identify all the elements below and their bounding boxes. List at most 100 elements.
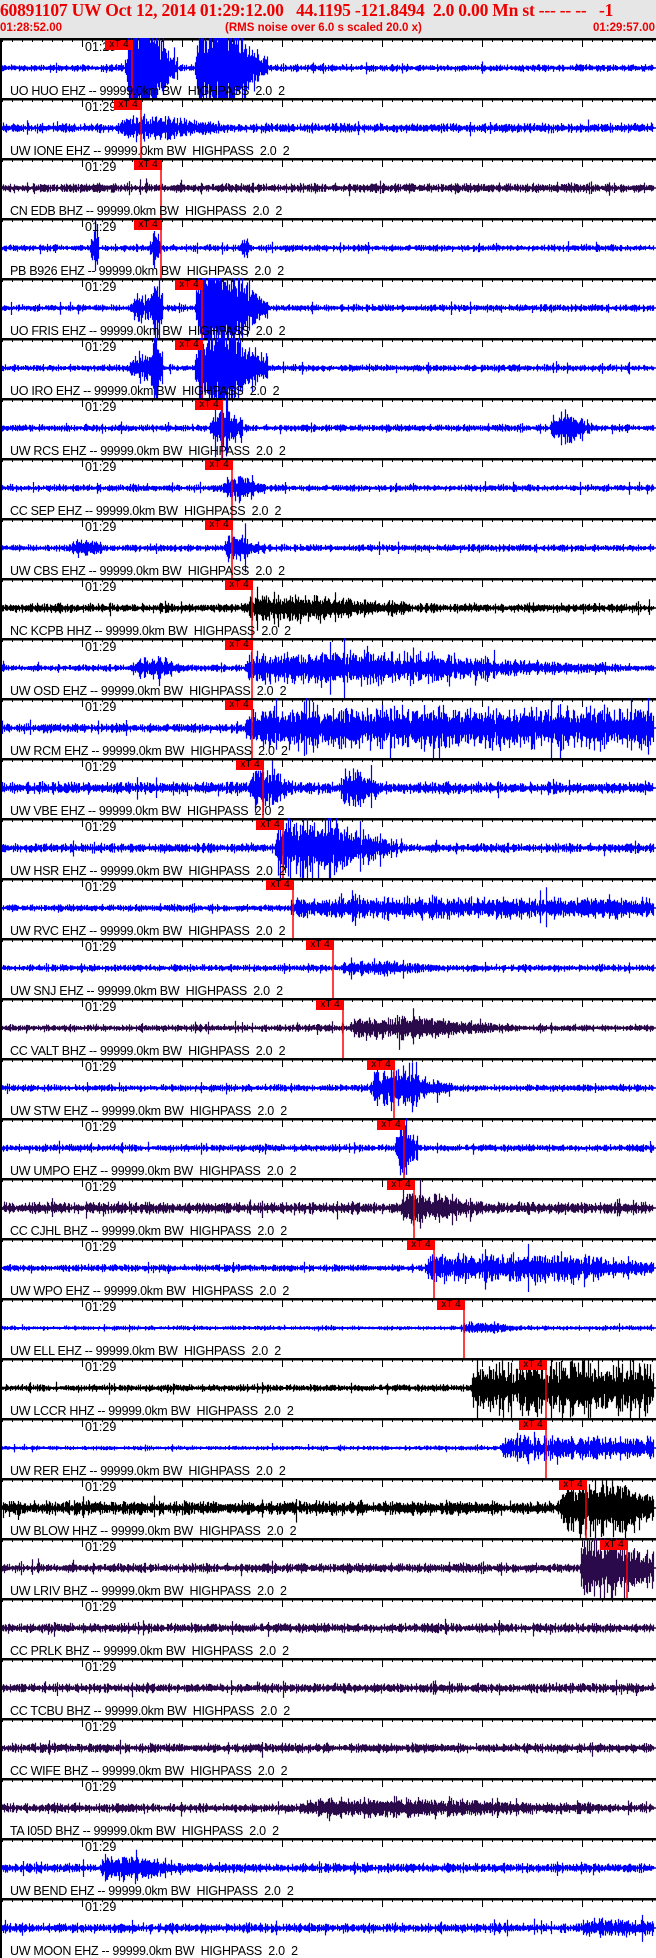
station-label: UW ELL EHZ -- 99999.0km BW HIGHPASS 2.0 … bbox=[10, 1344, 281, 1358]
pick-marker[interactable]: xT 4 bbox=[316, 1000, 344, 1010]
trace-panel[interactable]: 01:29 UW BEND EHZ -- 99999.0km BW HIGHPAS… bbox=[0, 1838, 656, 1898]
station-label: UW RCS EHZ -- 99999.0km BW HIGHPASS 2.0 … bbox=[10, 444, 286, 458]
trace-panel[interactable]: 01:29 xT 4 NC KCPB HHZ -- 99999.0km BW HIG… bbox=[0, 578, 656, 638]
minute-time-label: 01:29 bbox=[85, 1540, 117, 1554]
pick-marker[interactable]: xT 4 bbox=[407, 1240, 435, 1250]
window-end-time: 01:29:57.00 bbox=[592, 22, 655, 34]
trace-panel[interactable]: 01:29 xT 4 UW SNJ EHZ -- 99999.0km BW HIGH… bbox=[0, 938, 656, 998]
station-label: UW IONE EHZ -- 99999.0km BW HIGHPASS 2.0… bbox=[10, 144, 290, 158]
station-label: CC VALT BHZ -- 99999.0km BW HIGHPASS 2.0… bbox=[10, 1044, 286, 1058]
pick-marker[interactable]: xT 4 bbox=[114, 100, 142, 110]
pick-marker[interactable]: xT 4 bbox=[225, 580, 253, 590]
minute-time-label: 01:29 bbox=[85, 520, 117, 534]
trace-panel[interactable]: 01:29 xT 4 UW RCS EHZ -- 99999.0km BW HIGH… bbox=[0, 398, 656, 458]
trace-panel[interactable]: 01:29 xT 4 UO IRO EHZ -- 99999.0km BW HIGH… bbox=[0, 338, 656, 398]
pick-marker[interactable]: xT 4 bbox=[377, 1120, 405, 1130]
pick-marker[interactable]: xT 4 bbox=[225, 640, 253, 650]
pick-marker[interactable]: xT 4 bbox=[367, 1060, 395, 1070]
window-start-time: 01:28:52.00 bbox=[0, 22, 63, 34]
station-label: CN EDB BHZ -- 99999.0km BW HIGHPASS 2.0 … bbox=[10, 204, 283, 218]
minute-time-label: 01:29 bbox=[85, 280, 117, 294]
trace-panel[interactable]: 01:29 xT 4 UW IONE EHZ -- 99999.0km BW HIG… bbox=[0, 98, 656, 158]
minute-time-label: 01:29 bbox=[85, 820, 117, 834]
station-label: UW CBS EHZ -- 99999.0km BW HIGHPASS 2.0 … bbox=[10, 564, 285, 578]
pick-marker[interactable]: xT 4 bbox=[134, 220, 162, 230]
minute-time-label: 01:29 bbox=[85, 1420, 117, 1434]
trace-panel[interactable]: 01:29 xT 4 PB B926 EHZ -- 99999.0km BW HIG… bbox=[0, 218, 656, 278]
minute-time-label: 01:29 bbox=[85, 400, 117, 414]
station-label: UW BEND EHZ -- 99999.0km BW HIGHPASS 2.0… bbox=[10, 1884, 294, 1898]
minute-time-label: 01:29 bbox=[85, 1360, 117, 1374]
pick-marker[interactable]: xT 4 bbox=[195, 400, 223, 410]
minute-time-label: 01:29 bbox=[85, 700, 117, 714]
minute-time-label: 01:29 bbox=[85, 160, 117, 174]
trace-panel[interactable]: 01:29 xT 4 UW STW EHZ -- 99999.0km BW HIGH… bbox=[0, 1058, 656, 1118]
trace-panel[interactable]: 01:29 xT 4 UW BLOW HHZ -- 99999.0km BW HIG… bbox=[0, 1478, 656, 1538]
trace-panel[interactable]: 01:29 xT 4 UW CBS EHZ -- 99999.0km BW HIGH… bbox=[0, 518, 656, 578]
trace-panel[interactable]: 01:29 xT 4 UW RER EHZ -- 99999.0km BW HIGH… bbox=[0, 1418, 656, 1478]
station-label: UW HSR EHZ -- 99999.0km BW HIGHPASS 2.0 … bbox=[10, 864, 286, 878]
pick-marker[interactable]: xT 4 bbox=[236, 760, 264, 770]
trace-panel[interactable]: 01:29 xT 4 CC VALT BHZ -- 99999.0km BW HIG… bbox=[0, 998, 656, 1058]
station-label: UW STW EHZ -- 99999.0km BW HIGHPASS 2.0 … bbox=[10, 1104, 287, 1118]
minute-time-label: 01:29 bbox=[85, 1660, 117, 1674]
pick-marker[interactable]: xT 4 bbox=[225, 700, 253, 710]
pick-marker[interactable]: xT 4 bbox=[306, 940, 334, 950]
trace-panel[interactable]: 01:29 xT 4 UW RVC EHZ -- 99999.0km BW HIGH… bbox=[0, 878, 656, 938]
trace-panel[interactable]: 01:29 CC WIFE BHZ -- 99999.0km BW HIGHPAS… bbox=[0, 1718, 656, 1778]
trace-panel[interactable]: 01:29 CC TCBU BHZ -- 99999.0km BW HIGHPAS… bbox=[0, 1658, 656, 1718]
minute-time-label: 01:29 bbox=[85, 580, 117, 594]
trace-panel[interactable]: 01:29 xT 4 UW LCCR HHZ -- 99999.0km BW HIG… bbox=[0, 1358, 656, 1418]
pick-marker[interactable]: xT 4 bbox=[256, 820, 284, 830]
station-label: NC KCPB HHZ -- 99999.0km BW HIGHPASS 2.0… bbox=[10, 624, 291, 638]
station-label: CC WIFE BHZ -- 99999.0km BW HIGHPASS 2.0… bbox=[10, 1764, 288, 1778]
trace-panel[interactable]: 01:29 xT 4 UO HUO EHZ -- 99999.0km BW HIGH… bbox=[0, 38, 656, 98]
trace-panel[interactable]: 01:29 xT 4 UW RCM EHZ -- 99999.0km BW HIGH… bbox=[0, 698, 656, 758]
trace-panel[interactable]: 01:29 xT 4 UW WPO EHZ -- 99999.0km BW HIGH… bbox=[0, 1238, 656, 1298]
pick-marker[interactable]: xT 4 bbox=[205, 460, 233, 470]
minute-time-label: 01:29 bbox=[85, 1180, 117, 1194]
station-label: CC CJHL BHZ -- 99999.0km BW HIGHPASS 2.0… bbox=[10, 1224, 287, 1238]
pick-marker[interactable]: xT 4 bbox=[134, 160, 162, 170]
station-label: UW WPO EHZ -- 99999.0km BW HIGHPASS 2.0 … bbox=[10, 1284, 289, 1298]
minute-time-label: 01:29 bbox=[85, 1300, 117, 1314]
pick-marker[interactable]: xT 4 bbox=[559, 1480, 587, 1490]
minute-time-label: 01:29 bbox=[85, 1000, 117, 1014]
minute-time-label: 01:29 bbox=[85, 1480, 117, 1494]
pick-marker[interactable]: xT 4 bbox=[266, 880, 294, 890]
station-label: UW UMPO EHZ -- 99999.0km BW HIGHPASS 2.0… bbox=[10, 1164, 297, 1178]
trace-panel[interactable]: 01:29 TA I05D BHZ -- 99999.0km BW HIGHPAS… bbox=[0, 1778, 656, 1838]
trace-panel[interactable]: 01:29 UW MOON EHZ -- 99999.0km BW HIGHPAS… bbox=[0, 1898, 656, 1958]
pick-marker[interactable]: xT 4 bbox=[600, 1540, 628, 1550]
trace-panel[interactable]: 01:29 xT 4 UW LRIV BHZ -- 99999.0km BW HIG… bbox=[0, 1538, 656, 1598]
pick-marker[interactable]: xT 4 bbox=[519, 1360, 547, 1370]
waveform bbox=[1, 1679, 655, 1698]
trace-panel[interactable]: 01:29 xT 4 CC CJHL BHZ -- 99999.0km BW HIG… bbox=[0, 1178, 656, 1238]
station-label: CC TCBU BHZ -- 99999.0km BW HIGHPASS 2.0… bbox=[10, 1704, 290, 1718]
pick-marker[interactable]: xT 4 bbox=[387, 1180, 415, 1190]
trace-panel[interactable]: 01:29 xT 4 UW HSR EHZ -- 99999.0km BW HIGH… bbox=[0, 818, 656, 878]
pick-marker[interactable]: xT 4 bbox=[105, 40, 133, 50]
minute-time-label: 01:29 bbox=[85, 1120, 117, 1134]
minute-time-label: 01:29 bbox=[85, 1600, 117, 1614]
event-title: 60891107 UW Oct 12, 2014 01:29:12.00 44.… bbox=[0, 0, 614, 20]
minute-time-label: 01:29 bbox=[85, 640, 117, 654]
pick-marker[interactable]: xT 4 bbox=[437, 1300, 465, 1310]
pick-marker[interactable]: xT 4 bbox=[519, 1420, 547, 1430]
trace-panel[interactable]: 01:29 xT 4 UW VBE EHZ -- 99999.0km BW HIGH… bbox=[0, 758, 656, 818]
trace-panel[interactable]: 01:29 xT 4 UW OSD EHZ -- 99999.0km BW HIGH… bbox=[0, 638, 656, 698]
pick-marker[interactable]: xT 4 bbox=[205, 520, 233, 530]
frame-border bbox=[0, 38, 2, 1958]
trace-panel[interactable]: 01:29 xT 4 CN EDB BHZ -- 99999.0km BW HIGH… bbox=[0, 158, 656, 218]
trace-panel[interactable]: 01:29 xT 4 UO FRIS EHZ -- 99999.0km BW HIG… bbox=[0, 278, 656, 338]
minute-time-label: 01:29 bbox=[85, 760, 117, 774]
pick-marker[interactable]: xT 4 bbox=[175, 280, 203, 290]
trace-panel[interactable]: 01:29 xT 4 UW UMPO EHZ -- 99999.0km BW HIG… bbox=[0, 1118, 656, 1178]
station-label: CC PRLK BHZ -- 99999.0km BW HIGHPASS 2.0… bbox=[10, 1644, 289, 1658]
trace-panel[interactable]: 01:29 CC PRLK BHZ -- 99999.0km BW HIGHPAS… bbox=[0, 1598, 656, 1658]
pick-marker[interactable]: xT 4 bbox=[175, 340, 203, 350]
trace-panel[interactable]: 01:29 xT 4 UW ELL EHZ -- 99999.0km BW HIGH… bbox=[0, 1298, 656, 1358]
station-label: TA I05D BHZ -- 99999.0km BW HIGHPASS 2.0… bbox=[10, 1824, 279, 1838]
minute-time-label: 01:29 bbox=[85, 340, 117, 354]
trace-panel[interactable]: 01:29 xT 4 CC SEP EHZ -- 99999.0km BW HIGH… bbox=[0, 458, 656, 518]
